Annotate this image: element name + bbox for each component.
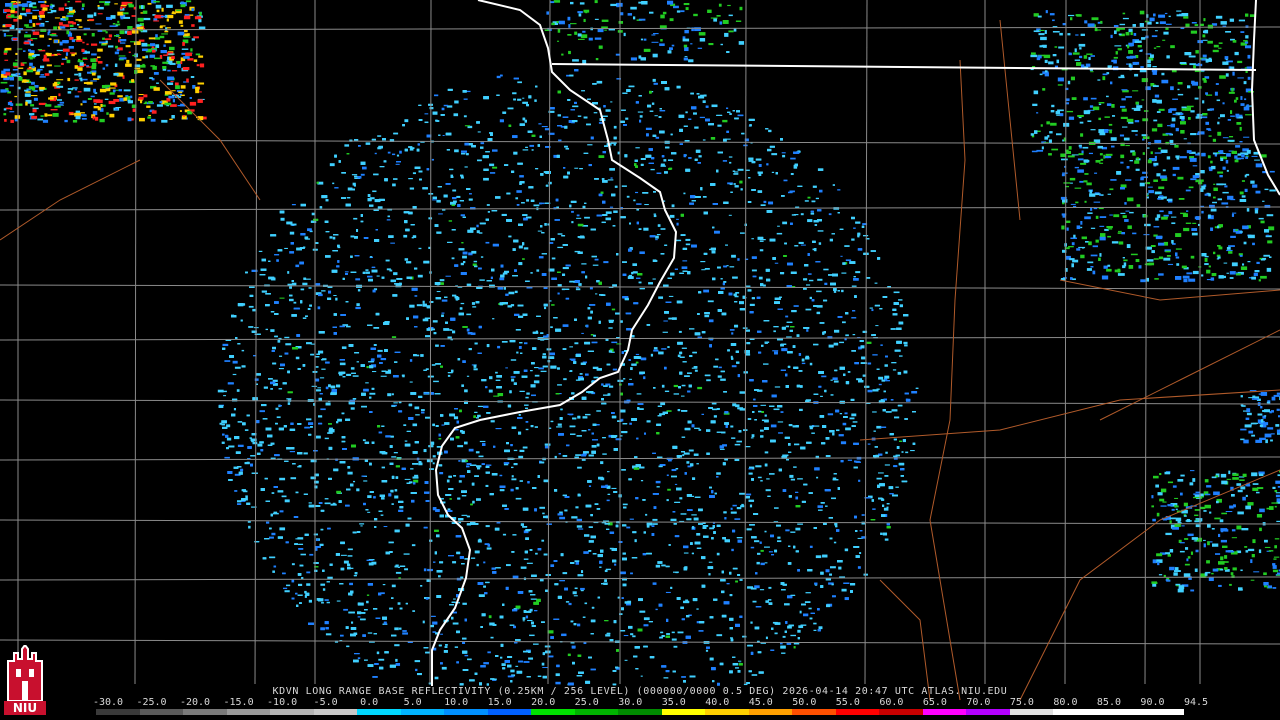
scale-color-segment bbox=[966, 709, 1010, 715]
scale-label: 5.0 bbox=[403, 697, 422, 708]
scale-label: 85.0 bbox=[1096, 697, 1121, 708]
scale-color-segment bbox=[400, 709, 445, 715]
niu-logo: NIU bbox=[4, 643, 46, 715]
radar-site-marker bbox=[561, 359, 573, 371]
scale-color-segment bbox=[1053, 709, 1097, 715]
scale-color-segment bbox=[792, 709, 836, 715]
scale-color-segment bbox=[96, 709, 140, 715]
scale-label: 15.0 bbox=[487, 697, 512, 708]
scale-label: -20.0 bbox=[179, 697, 211, 708]
scale-label: 25.0 bbox=[574, 697, 599, 708]
scale-color-segment bbox=[1140, 709, 1184, 715]
scale-label: 55.0 bbox=[835, 697, 860, 708]
scale-label: -5.0 bbox=[313, 697, 338, 708]
scale-color-segment bbox=[748, 709, 793, 715]
scale-label: -25.0 bbox=[136, 697, 167, 708]
scale-label: 90.0 bbox=[1140, 697, 1165, 708]
scale-label: 60.0 bbox=[879, 697, 904, 708]
scale-color-segment bbox=[444, 709, 488, 715]
scale-color-segment bbox=[922, 709, 967, 715]
scale-label: 30.0 bbox=[618, 697, 643, 708]
scale-label: 80.0 bbox=[1053, 697, 1078, 708]
scale-label: 75.0 bbox=[1009, 697, 1034, 708]
scale-label: -15.0 bbox=[223, 697, 254, 708]
scale-label: 94.5 bbox=[1183, 697, 1209, 708]
color-scale-labels: -30.0 -25.0 -20.0 -15.0 -10.0 -5.0 0.0 5.0 10.0 1… bbox=[92, 697, 1208, 709]
scale-label: 70.0 bbox=[966, 697, 991, 708]
scale-label: 50.0 bbox=[792, 697, 817, 708]
scale-color-segment bbox=[313, 709, 358, 715]
scale-color-segment bbox=[661, 709, 706, 715]
scale-color-segment bbox=[1009, 709, 1054, 715]
scale-label: 0.0 bbox=[360, 697, 379, 708]
scale-label: 65.0 bbox=[922, 697, 947, 708]
scale-label: 45.0 bbox=[748, 697, 773, 708]
color-scale-bar bbox=[96, 709, 1184, 715]
scale-color-segment bbox=[139, 709, 184, 715]
niu-logo-text: NIU bbox=[4, 701, 46, 715]
scale-color-segment bbox=[183, 709, 227, 715]
scale-label: -30.0 bbox=[92, 697, 124, 708]
niu-tower-icon bbox=[7, 643, 43, 702]
scale-color-segment bbox=[618, 709, 662, 715]
scale-label: 35.0 bbox=[661, 697, 686, 708]
scale-color-segment bbox=[487, 709, 532, 715]
scale-label: -10.0 bbox=[267, 697, 298, 708]
scale-label: 40.0 bbox=[705, 697, 730, 708]
scale-label: 20.0 bbox=[531, 697, 556, 708]
scale-color-segment bbox=[705, 709, 749, 715]
scale-color-segment bbox=[270, 709, 314, 715]
scale-label: 10.0 bbox=[444, 697, 469, 708]
scale-color-segment bbox=[574, 709, 619, 715]
radar-map bbox=[0, 0, 1280, 720]
scale-color-segment bbox=[226, 709, 271, 715]
scale-color-segment bbox=[357, 709, 401, 715]
scale-color-segment bbox=[1096, 709, 1141, 715]
scale-color-segment bbox=[531, 709, 575, 715]
scale-color-segment bbox=[835, 709, 880, 715]
scale-color-segment bbox=[879, 709, 923, 715]
